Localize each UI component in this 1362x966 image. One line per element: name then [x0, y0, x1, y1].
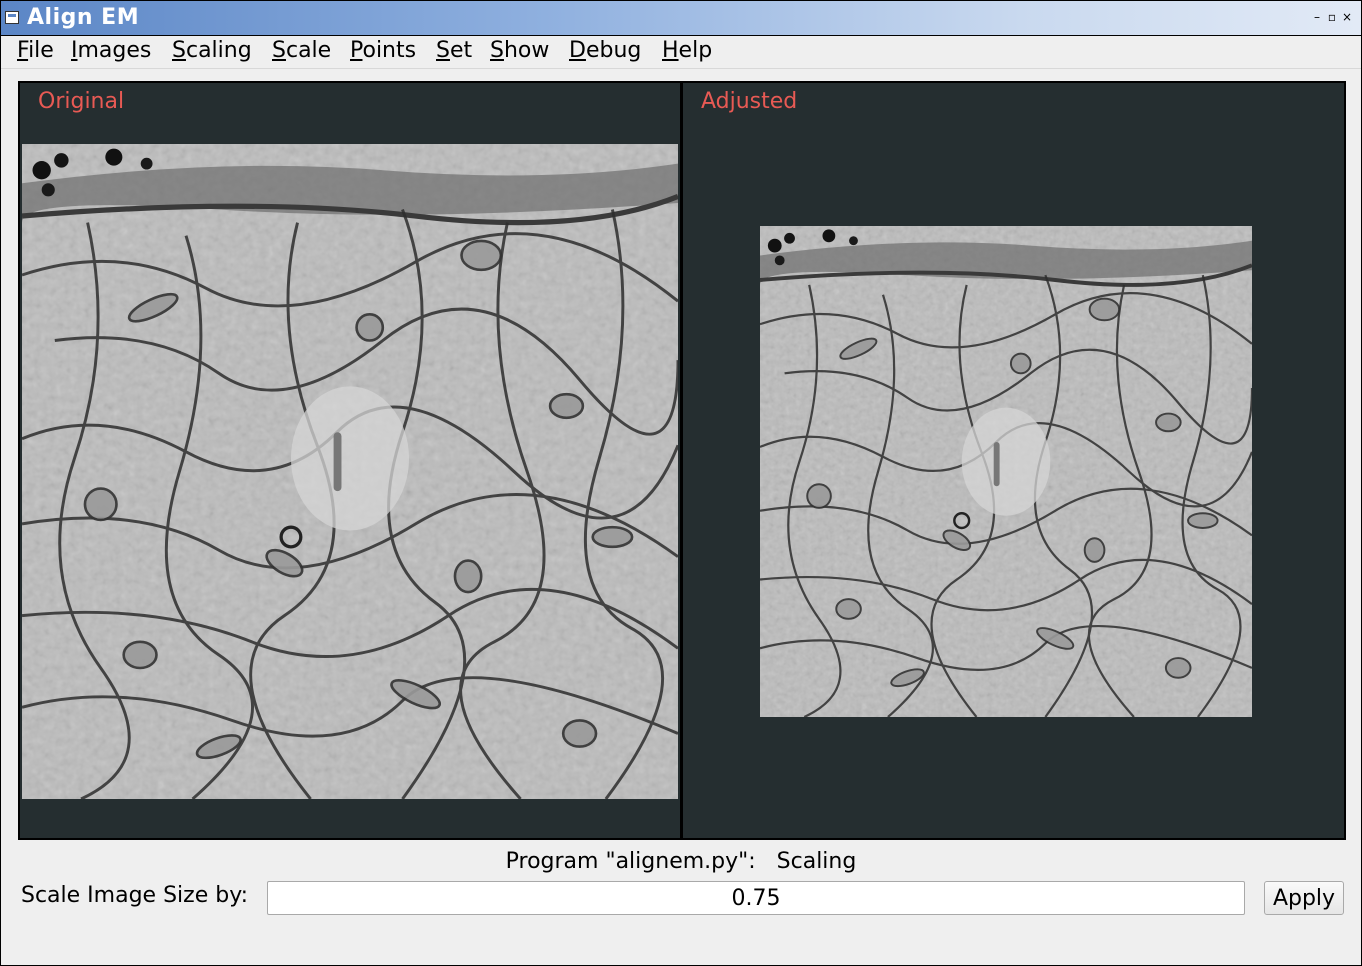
- menu-help-label: elp: [678, 38, 713, 63]
- window-title: Align EM: [27, 5, 140, 30]
- menu-bar: File Images Scaling Scale Points Set Sho…: [1, 36, 1361, 69]
- menu-set-mnemonic: S: [436, 38, 450, 63]
- menu-scaling-label: caling: [185, 38, 252, 63]
- menu-images-label: mages: [77, 38, 152, 63]
- menu-debug[interactable]: Debug: [569, 38, 641, 63]
- menu-scale-mnemonic: S: [272, 38, 286, 63]
- menu-scale-label: cale: [285, 38, 332, 63]
- menu-show-mnemonic: S: [490, 38, 504, 63]
- menu-file-label: ile: [28, 38, 54, 63]
- scale-factor-input[interactable]: [267, 881, 1245, 915]
- scale-label: Scale Image Size by:: [21, 883, 249, 908]
- menu-help-mnemonic: H: [662, 38, 679, 63]
- apply-button[interactable]: Apply: [1264, 881, 1344, 915]
- title-bar[interactable]: Align EM – ▫ ×: [1, 1, 1361, 36]
- adjusted-panel-label: Adjusted: [701, 89, 798, 114]
- adjusted-em-texture: [760, 226, 1252, 717]
- menu-scaling-mnemonic: S: [172, 38, 186, 63]
- close-icon[interactable]: ×: [1341, 10, 1353, 24]
- menu-points[interactable]: Points: [350, 38, 416, 63]
- minimize-icon[interactable]: –: [1311, 10, 1323, 24]
- app-icon: [5, 11, 19, 24]
- app-window: Align EM – ▫ × File Images Scaling Scale…: [0, 0, 1362, 966]
- menu-scaling[interactable]: Scaling: [172, 38, 252, 63]
- original-panel-label: Original: [38, 89, 125, 114]
- status-line: Program "alignem.py": Scaling: [1, 849, 1361, 874]
- menu-set[interactable]: Set: [436, 38, 472, 63]
- menu-show[interactable]: Show: [490, 38, 549, 63]
- maximize-icon[interactable]: ▫: [1326, 10, 1338, 24]
- menu-show-label: how: [503, 38, 550, 63]
- menu-file[interactable]: File: [17, 38, 54, 63]
- original-em-texture: [22, 144, 678, 799]
- adjusted-panel[interactable]: Adjusted: [681, 81, 1346, 840]
- menu-debug-label: ebug: [585, 38, 642, 63]
- menu-set-label: et: [449, 38, 473, 63]
- menu-images[interactable]: Images: [71, 38, 151, 63]
- menu-help[interactable]: Help: [662, 38, 712, 63]
- menu-scale[interactable]: Scale: [272, 38, 331, 63]
- status-program: Program "alignem.py":: [505, 849, 756, 874]
- menu-file-mnemonic: F: [17, 38, 29, 63]
- status-mode: Scaling: [776, 849, 857, 874]
- menu-points-label: oints: [362, 38, 417, 63]
- original-em-image[interactable]: [22, 144, 678, 799]
- menu-debug-mnemonic: D: [569, 38, 586, 63]
- menu-points-mnemonic: P: [350, 38, 363, 63]
- original-panel[interactable]: Original: [18, 81, 682, 840]
- adjusted-em-image[interactable]: [760, 226, 1252, 717]
